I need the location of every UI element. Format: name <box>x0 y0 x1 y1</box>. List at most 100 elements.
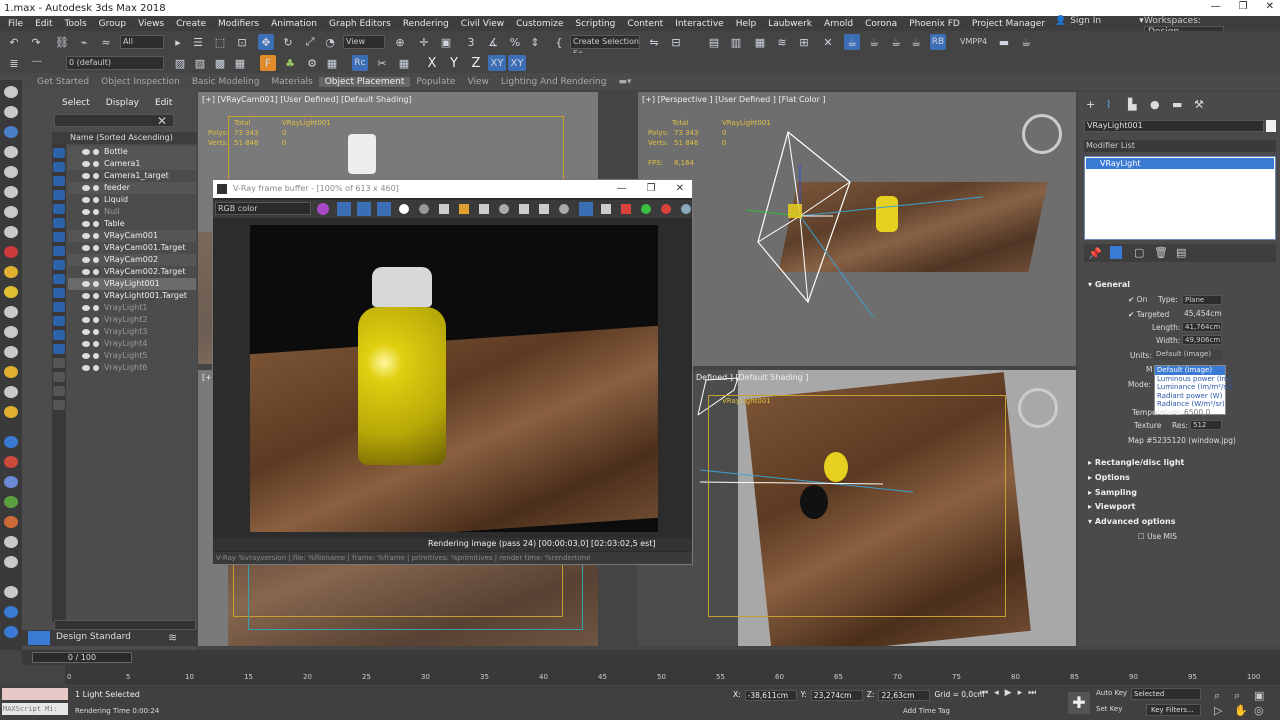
menu-laubwerk[interactable]: Laubwerk <box>762 19 818 29</box>
ribbon-tab-materials[interactable]: Materials <box>265 77 318 87</box>
menu-corona[interactable]: Corona <box>859 19 903 29</box>
correction-icon[interactable] <box>559 204 569 214</box>
create-misc2-icon[interactable] <box>4 556 18 568</box>
select-by-name-icon[interactable]: ☰ <box>190 34 206 50</box>
create-sun-icon[interactable] <box>4 366 18 378</box>
filter-invert-icon[interactable] <box>53 330 65 340</box>
menu-file[interactable]: File <box>2 19 29 29</box>
play-icon[interactable]: ▶ <box>1005 688 1012 698</box>
remove-modifier-icon[interactable]: 🗑 <box>1154 246 1168 259</box>
compare-icon[interactable] <box>601 204 611 214</box>
scale-icon[interactable]: ⤢ <box>302 34 318 50</box>
menu-rendering[interactable]: Rendering <box>397 19 455 29</box>
scene-tree-row[interactable]: Camera1 <box>68 158 196 170</box>
render-image[interactable] <box>250 225 658 532</box>
object-name-field[interactable]: VRayLight001 <box>1084 120 1264 132</box>
render-toggle-icon[interactable] <box>93 329 99 335</box>
minimize-button[interactable]: — <box>1211 1 1221 12</box>
ribbon-tab-basic-modeling[interactable]: Basic Modeling <box>186 77 266 87</box>
create-particles-icon[interactable] <box>4 456 18 468</box>
ribbon-tab-object-inspection[interactable]: Object Inspection <box>95 77 186 87</box>
scene-tree-row[interactable]: VrayLight5 <box>68 350 196 362</box>
menu-edit[interactable]: Edit <box>29 19 58 29</box>
viewcube-icon[interactable] <box>1022 114 1062 154</box>
type-dropdown[interactable]: Plane <box>1182 295 1222 305</box>
filter-groups-icon[interactable] <box>53 218 65 228</box>
stack-item-vraylight[interactable]: VRayLight <box>1086 158 1274 169</box>
toggle-ribbon-icon[interactable]: ▦ <box>752 34 768 50</box>
render-production-icon[interactable]: ☕ <box>888 34 904 50</box>
filter-funnel-icon[interactable] <box>53 400 65 410</box>
render-toggle-icon[interactable] <box>93 305 99 311</box>
filter-sort-icon[interactable] <box>53 358 65 368</box>
scene-tree-row[interactable]: Camera1_target <box>68 170 196 182</box>
time-slider[interactable]: 0 / 100 <box>32 652 132 663</box>
create-circle-blue-icon[interactable] <box>4 606 18 618</box>
color-picker-icon[interactable] <box>317 203 329 215</box>
modify-tab-icon[interactable]: ⌇ <box>1106 98 1111 111</box>
auto-key-button[interactable]: Auto Key <box>1096 689 1127 697</box>
scene-tree-row[interactable]: Bottle <box>68 146 196 158</box>
zoom-icon[interactable]: ⌕ <box>1214 689 1220 703</box>
visibility-eye-icon[interactable] <box>82 173 90 179</box>
close-icon[interactable]: ✕ <box>157 114 167 128</box>
rollout-advanced[interactable]: ▾ Advanced options <box>1088 517 1175 526</box>
ribbon-tab-object-placement[interactable]: Object Placement <box>318 76 411 87</box>
maxscript-mini-listener[interactable]: MAXScript Mi: <box>2 703 68 715</box>
create-light-icon[interactable] <box>4 126 18 138</box>
mono-icon[interactable] <box>419 204 429 214</box>
visibility-eye-icon[interactable] <box>82 305 90 311</box>
units-option-luminance[interactable]: Luminance (lm/m²/sr) <box>1155 383 1233 392</box>
curve-editor-icon[interactable]: ≋ <box>774 34 790 50</box>
menu-create[interactable]: Create <box>170 19 212 29</box>
render-toggle-icon[interactable] <box>93 281 99 287</box>
axis-xy-alt-button[interactable]: XY <box>508 55 526 71</box>
next-frame-icon[interactable]: ▸ <box>1018 688 1023 698</box>
fov-icon[interactable]: ▷ <box>1214 704 1222 717</box>
render-toggle-icon[interactable] <box>93 233 99 239</box>
ribbon-tab-populate[interactable]: Populate <box>410 77 461 87</box>
axis-x-button[interactable]: X <box>424 55 440 71</box>
object-color-swatch[interactable] <box>1266 120 1276 132</box>
menu-graph-editors[interactable]: Graph Editors <box>323 19 397 29</box>
create-gear-icon[interactable] <box>4 516 18 528</box>
rollout-rectangle[interactable]: ▸ Rectangle/disc light <box>1088 458 1184 467</box>
rendered-frame-window-icon[interactable]: ☕ <box>866 34 882 50</box>
create-sphere-icon[interactable] <box>4 86 18 98</box>
key-selection-dropdown[interactable]: Selected <box>1131 688 1201 700</box>
scene-tree-row[interactable]: feeder <box>68 182 196 194</box>
filter-hidden-icon[interactable] <box>53 288 65 298</box>
layers-icon[interactable]: ≣ <box>6 55 22 71</box>
render-toggle-icon[interactable] <box>93 197 99 203</box>
render-toggle-icon[interactable] <box>93 293 99 299</box>
visibility-eye-icon[interactable] <box>82 245 90 251</box>
key-filters-button[interactable]: Key Filters... <box>1146 704 1201 716</box>
place-icon[interactable]: ◔ <box>322 34 338 50</box>
move-icon[interactable]: ✥ <box>258 34 274 50</box>
create-plant-icon[interactable] <box>4 496 18 508</box>
scene-tree-row[interactable]: VrayLight2 <box>68 314 196 326</box>
track-mouse-icon[interactable] <box>539 204 549 214</box>
render-toggle-icon[interactable] <box>93 221 99 227</box>
viewport-bottom-right[interactable]: Defined ] [Default Shading ] VRayLight00… <box>638 370 1076 646</box>
create-tube-icon[interactable] <box>4 226 18 238</box>
create-teapot-icon[interactable] <box>4 406 18 418</box>
menu-civil-view[interactable]: Civil View <box>455 19 510 29</box>
menu-phoenix[interactable]: Phoenix FD <box>903 19 966 29</box>
x-coordinate-field[interactable]: -38,611cm <box>744 690 797 701</box>
render-toggle-icon[interactable] <box>93 317 99 323</box>
orbit-icon[interactable]: ◎ <box>1254 704 1264 717</box>
named-selection-dropdown[interactable]: Create Selection Se <box>570 35 640 58</box>
pin-icon[interactable]: 📌 <box>1088 247 1102 260</box>
maxscript-listener-input[interactable] <box>2 688 68 700</box>
scene-horizontal-scrollbar[interactable] <box>54 620 196 630</box>
res-spinner[interactable]: 512 <box>1190 420 1222 430</box>
show-end-result-icon[interactable] <box>1110 246 1122 259</box>
filter-helpers-icon[interactable] <box>53 190 65 200</box>
stop-icon[interactable] <box>661 204 671 214</box>
history-icon[interactable] <box>499 204 509 214</box>
menu-project-manager[interactable]: Project Manager <box>966 19 1051 29</box>
ribbon-tab-lighting[interactable]: Lighting And Rendering <box>495 77 613 87</box>
filter-bones-icon[interactable] <box>53 246 65 256</box>
select-object-icon[interactable]: ▸ <box>170 34 186 50</box>
